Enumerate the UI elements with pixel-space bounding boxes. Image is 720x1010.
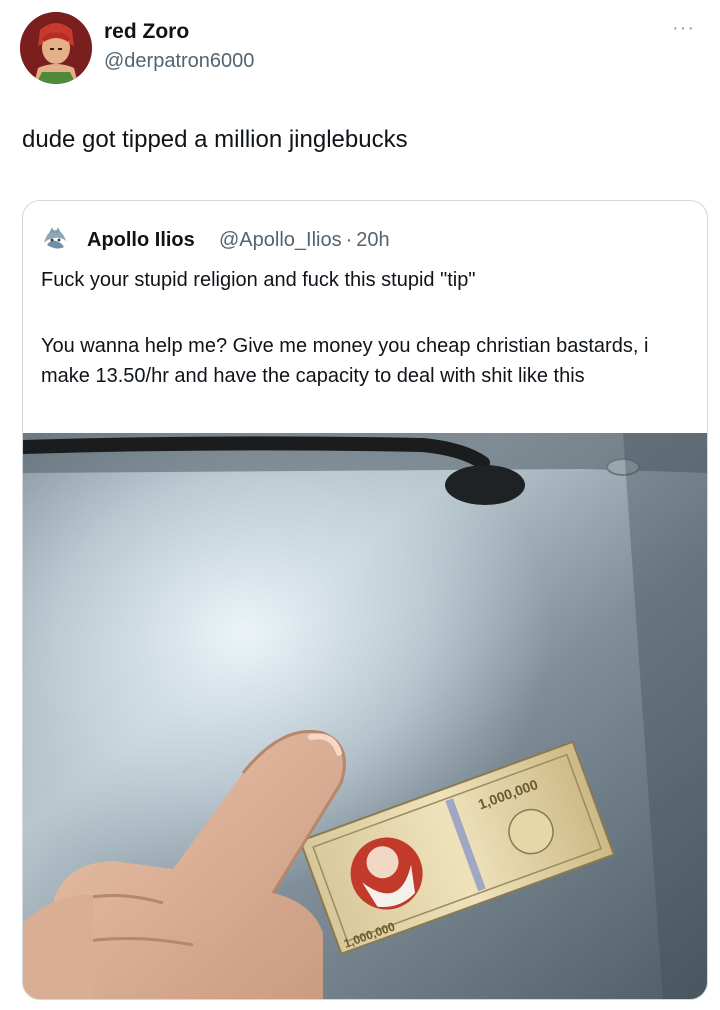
photo-sink-and-bill: 1,000,000 1,000,000 bbox=[23, 433, 707, 999]
quoted-timestamp[interactable]: 20h bbox=[356, 229, 389, 251]
tweet-text: dude got tipped a million jinglebucks bbox=[22, 126, 408, 153]
author-name[interactable]: red Zoro bbox=[104, 20, 189, 44]
meta-separator: · bbox=[345, 229, 353, 251]
more-horizontal-icon[interactable]: ··· bbox=[672, 18, 702, 38]
quoted-avatar[interactable] bbox=[41, 225, 69, 253]
avatar-image bbox=[20, 12, 92, 84]
tweet: red Zoro @derpatron6000 ··· dude got tip… bbox=[0, 0, 720, 1010]
quoted-meta: @Apollo_Ilios · 20h bbox=[219, 229, 394, 252]
quoted-author-name[interactable]: Apollo Ilios bbox=[87, 229, 195, 252]
quoted-text-paragraph2: You wanna help me? Give me money you che… bbox=[41, 335, 649, 387]
quoted-avatar-icon bbox=[41, 225, 69, 253]
quoted-author-handle[interactable]: @Apollo_Ilios bbox=[219, 229, 342, 251]
quoted-text-line1: Fuck your stupid religion and fuck this … bbox=[41, 269, 476, 291]
avatar[interactable] bbox=[20, 12, 92, 84]
author-handle[interactable]: @derpatron6000 bbox=[104, 50, 254, 73]
quoted-tweet[interactable]: Apollo Ilios @Apollo_Ilios · 20h Fuck your… bbox=[22, 200, 708, 1000]
quoted-photo[interactable]: 1,000,000 1,000,000 bbox=[23, 433, 707, 999]
